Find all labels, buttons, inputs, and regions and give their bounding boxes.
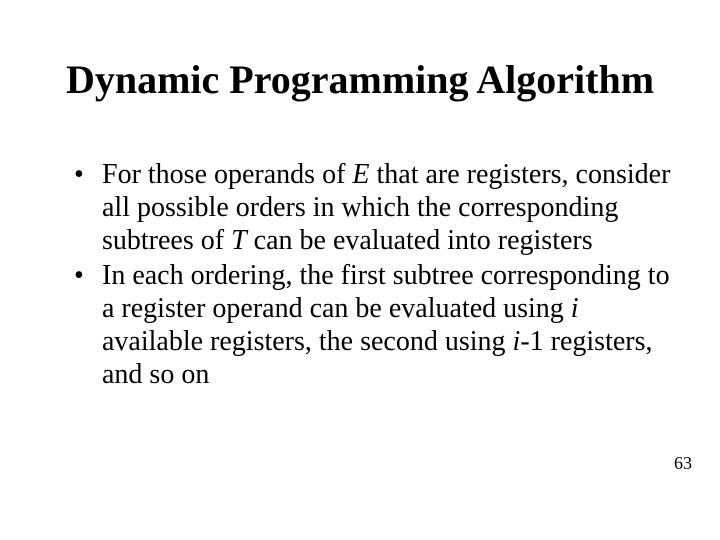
page-number: 63	[674, 453, 692, 474]
slide: Dynamic Programming Algorithm For those …	[0, 0, 720, 540]
bullet-item: For those operands of E that are registe…	[72, 158, 672, 257]
slide-body: For those operands of E that are registe…	[72, 158, 672, 393]
text-run: For those operands of	[102, 159, 352, 190]
variable: T	[231, 225, 247, 256]
slide-title: Dynamic Programming Algorithm	[0, 58, 720, 102]
bullet-item: In each ordering, the first subtree corr…	[72, 259, 672, 391]
text-run: available registers, the second using	[102, 326, 513, 357]
variable: i	[571, 293, 579, 324]
text-run: can be evaluated into registers	[247, 225, 593, 256]
variable: E	[352, 159, 369, 190]
bullet-list: For those operands of E that are registe…	[72, 158, 672, 391]
text-run: In each ordering, the first subtree corr…	[102, 260, 670, 324]
